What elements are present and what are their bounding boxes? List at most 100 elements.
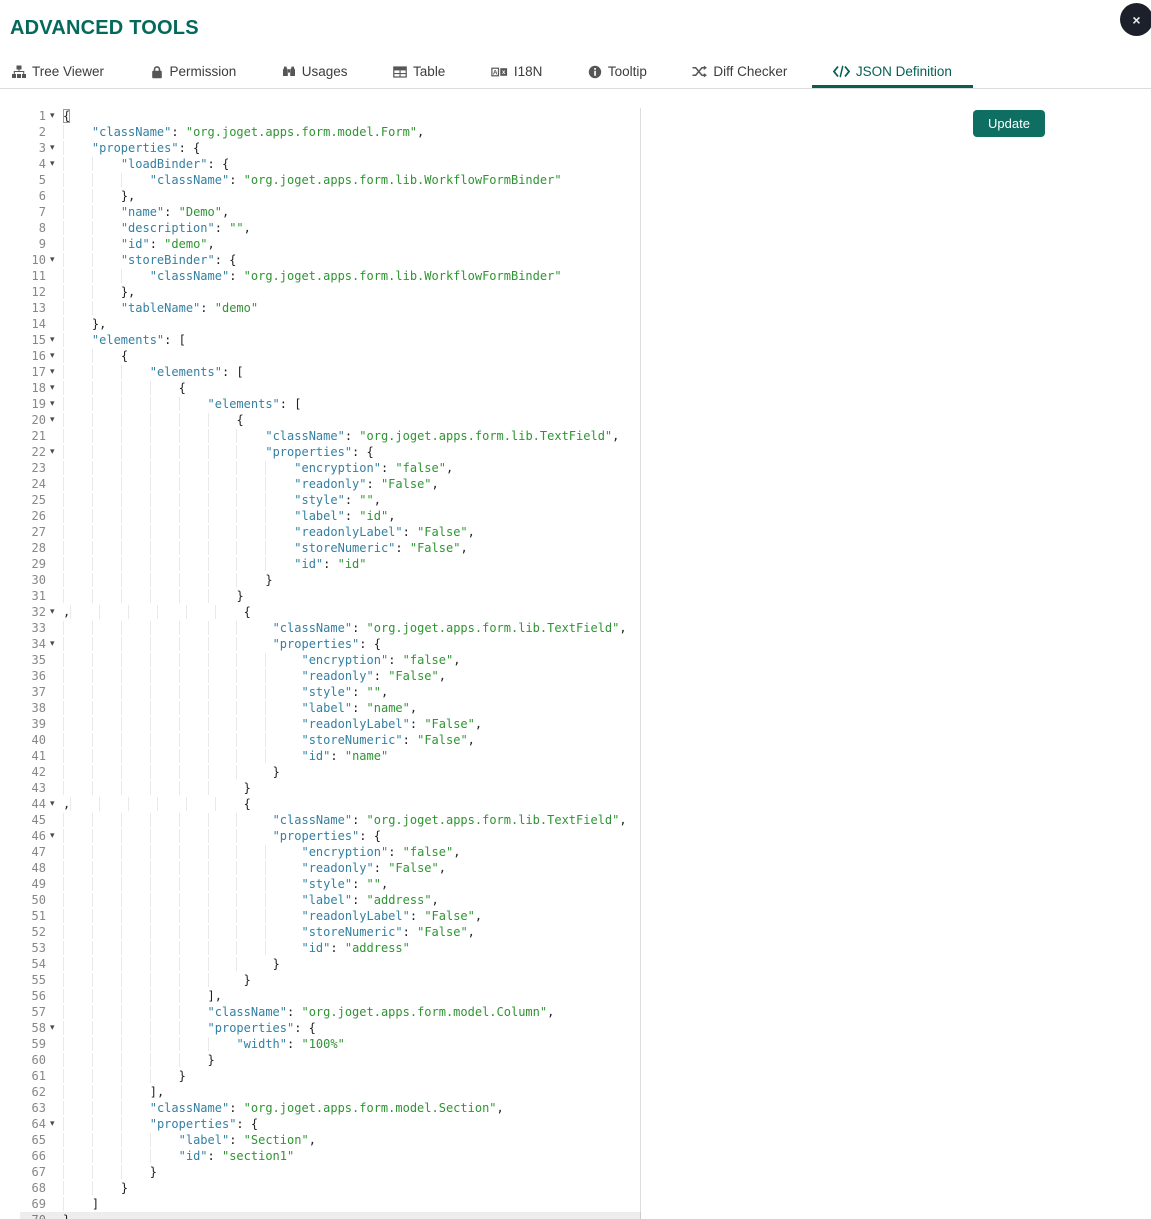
fold-gutter	[46, 1132, 63, 1148]
fold-gutter	[46, 748, 63, 764]
fold-toggle-icon[interactable]: ▾	[46, 412, 63, 428]
tab-label: Tree Viewer	[32, 64, 104, 79]
fold-toggle-icon[interactable]: ▾	[46, 140, 63, 156]
code-line: 53 "id": "address"	[20, 940, 640, 956]
json-editor[interactable]: 1▾{2 "className": "org.joget.apps.form.m…	[20, 108, 641, 1219]
code-line: 6 },	[20, 188, 640, 204]
code-icon	[833, 65, 850, 78]
code-line: 21 "className": "org.joget.apps.form.lib…	[20, 428, 640, 444]
fold-toggle-icon[interactable]: ▾	[46, 1116, 63, 1132]
code-line-text: "className": "org.joget.apps.form.lib.Te…	[63, 428, 619, 444]
fold-toggle-icon[interactable]: ▾	[46, 604, 63, 620]
code-line: 10▾ "storeBinder": {	[20, 252, 640, 268]
tab-json-definition[interactable]: JSON Definition	[833, 55, 952, 88]
close-button[interactable]: ×	[1120, 3, 1151, 36]
line-number: 44	[20, 796, 46, 812]
line-number: 33	[20, 620, 46, 636]
code-line: 50 "label": "address",	[20, 892, 640, 908]
line-number: 35	[20, 652, 46, 668]
code-line-text: "style": "",	[63, 684, 388, 700]
code-line: 54 }	[20, 956, 640, 972]
code-line: 41 "id": "name"	[20, 748, 640, 764]
code-line-text: "className": "org.joget.apps.form.model.…	[63, 1100, 504, 1116]
code-line: 20▾ {	[20, 412, 640, 428]
fold-gutter	[46, 700, 63, 716]
fold-toggle-icon[interactable]: ▾	[46, 380, 63, 396]
shuffle-icon	[692, 65, 707, 79]
line-number: 34	[20, 636, 46, 652]
line-number: 65	[20, 1132, 46, 1148]
code-line-text: "name": "Demo",	[63, 204, 229, 220]
fold-toggle-icon[interactable]: ▾	[46, 796, 63, 812]
fold-toggle-icon[interactable]: ▾	[46, 348, 63, 364]
tab-diff-checker[interactable]: Diff Checker	[692, 55, 787, 88]
code-line: 26 "label": "id",	[20, 508, 640, 524]
line-number: 11	[20, 268, 46, 284]
fold-toggle-icon[interactable]: ▾	[46, 636, 63, 652]
tab-label: JSON Definition	[856, 64, 952, 79]
code-line: 9 "id": "demo",	[20, 236, 640, 252]
fold-toggle-icon[interactable]: ▾	[46, 364, 63, 380]
fold-gutter	[46, 940, 63, 956]
code-line-text: ]	[63, 1196, 99, 1212]
code-line-text: "id": "name"	[63, 748, 388, 764]
fold-gutter	[46, 972, 63, 988]
line-number: 40	[20, 732, 46, 748]
tab-usages[interactable]: Usages	[282, 55, 348, 88]
fold-gutter	[46, 1164, 63, 1180]
code-line: 34▾ "properties": {	[20, 636, 640, 652]
line-number: 53	[20, 940, 46, 956]
code-line-text: }	[63, 1052, 215, 1068]
line-number: 9	[20, 236, 46, 252]
fold-gutter	[46, 284, 63, 300]
line-number: 14	[20, 316, 46, 332]
code-line-text: "label": "id",	[63, 508, 395, 524]
line-number: 41	[20, 748, 46, 764]
fold-gutter	[46, 508, 63, 524]
horizontal-scrollbar[interactable]	[20, 1212, 641, 1219]
tab-table[interactable]: Table	[393, 55, 445, 88]
line-number: 66	[20, 1148, 46, 1164]
line-number: 42	[20, 764, 46, 780]
line-number: 59	[20, 1036, 46, 1052]
code-line: 28 "storeNumeric": "False",	[20, 540, 640, 556]
fold-toggle-icon[interactable]: ▾	[46, 396, 63, 412]
line-number: 46	[20, 828, 46, 844]
fold-toggle-icon[interactable]: ▾	[46, 252, 63, 268]
fold-toggle-icon[interactable]: ▾	[46, 332, 63, 348]
fold-gutter	[46, 1180, 63, 1196]
code-line: 55 }	[20, 972, 640, 988]
fold-toggle-icon[interactable]: ▾	[46, 108, 63, 124]
tab-permission[interactable]: Permission	[150, 55, 237, 88]
fold-toggle-icon[interactable]: ▾	[46, 1020, 63, 1036]
update-button[interactable]: Update	[973, 110, 1045, 137]
code-line: 49 "style": "",	[20, 876, 640, 892]
fold-gutter	[46, 476, 63, 492]
tab-i18n[interactable]: AxI18N	[491, 55, 543, 88]
line-number: 15	[20, 332, 46, 348]
code-line-text: "tableName": "demo"	[63, 300, 258, 316]
tab-tree-viewer[interactable]: Tree Viewer	[12, 55, 104, 88]
line-number: 37	[20, 684, 46, 700]
line-number: 17	[20, 364, 46, 380]
code-line: 60 }	[20, 1052, 640, 1068]
code-line: 52 "storeNumeric": "False",	[20, 924, 640, 940]
line-number: 5	[20, 172, 46, 188]
code-line-text: "style": "",	[63, 492, 381, 508]
code-line-text: "readonlyLabel": "False",	[63, 716, 482, 732]
line-number: 18	[20, 380, 46, 396]
code-line: 48 "readonly": "False",	[20, 860, 640, 876]
tab-bar-inner: Tree Viewer Permission Usages Table AxI18N To…	[0, 55, 952, 88]
fold-gutter	[46, 268, 63, 284]
tab-tooltip[interactable]: Tooltip	[588, 55, 647, 88]
fold-toggle-icon[interactable]: ▾	[46, 828, 63, 844]
line-number: 68	[20, 1180, 46, 1196]
code-line-text: "readonlyLabel": "False",	[63, 908, 482, 924]
fold-toggle-icon[interactable]: ▾	[46, 156, 63, 172]
code-line: 43 }	[20, 780, 640, 796]
line-number: 58	[20, 1020, 46, 1036]
fold-gutter	[46, 1004, 63, 1020]
fold-toggle-icon[interactable]: ▾	[46, 444, 63, 460]
line-number: 56	[20, 988, 46, 1004]
fold-gutter	[46, 684, 63, 700]
